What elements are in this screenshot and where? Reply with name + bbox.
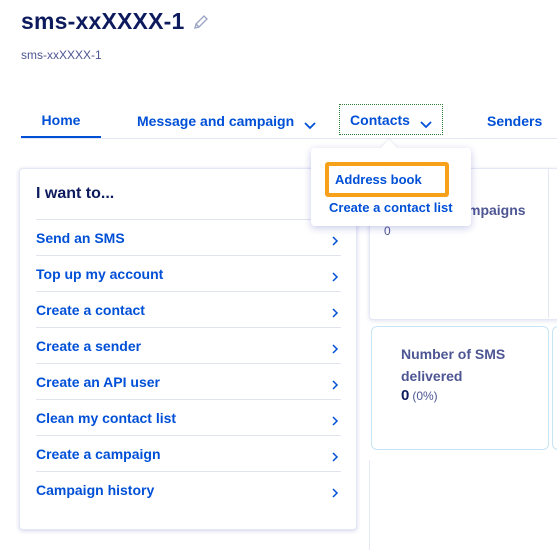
sms-delivered-percent: (0%) (412, 389, 438, 403)
chevron-right-icon (331, 305, 339, 318)
list-item-label: Create an API user (36, 373, 160, 390)
i-want-to-card: I want to... Send an SMS Top up my accou… (19, 168, 357, 530)
menu-item-address-book[interactable]: Address book (325, 162, 449, 197)
tab-senders[interactable]: Senders (487, 104, 542, 137)
bottom-right-panel (369, 460, 557, 550)
page-title: sms-xxXXXX-1 (21, 8, 185, 34)
chevron-down-icon (420, 116, 432, 128)
list-item-campaign-history[interactable]: Campaign history (36, 471, 341, 507)
sms-delivered-label: Number of SMS delivered (401, 346, 506, 384)
sms-delivered-value: 0 (401, 387, 410, 404)
page-subtitle: sms-xxXXXX-1 (21, 48, 102, 62)
tab-home[interactable]: Home (21, 104, 101, 138)
menu-item-create-contact-list[interactable]: Create a contact list (329, 200, 453, 215)
page-header: sms-xxXXXX-1 (21, 8, 209, 35)
campaigns-stat-value: 0 (384, 224, 391, 238)
chevron-right-icon (331, 413, 339, 426)
list-item-send-sms[interactable]: Send an SMS (36, 219, 341, 255)
chevron-right-icon (331, 449, 339, 462)
tab-message-and-campaign[interactable]: Message and campaign (137, 104, 316, 137)
chevron-right-icon (331, 269, 339, 282)
card-divider (548, 168, 549, 318)
tab-contacts-label: Contacts (350, 111, 410, 128)
stat-card-partial (552, 326, 557, 450)
action-list: Send an SMS Top up my account Create a c… (36, 219, 341, 507)
pencil-icon[interactable] (193, 14, 209, 30)
tab-home-label: Home (41, 112, 81, 128)
chevron-right-icon (331, 377, 339, 390)
chevron-right-icon (331, 341, 339, 354)
list-item-label: Clean my contact list (36, 409, 177, 426)
list-item-create-contact[interactable]: Create a contact (36, 291, 341, 327)
chevron-right-icon (331, 233, 339, 246)
tab-message-and-campaign-label: Message and campaign (137, 112, 295, 129)
list-item-clean-contact-list[interactable]: Clean my contact list (36, 399, 341, 435)
list-item-top-up[interactable]: Top up my account (36, 255, 341, 291)
list-item-create-campaign[interactable]: Create a campaign (36, 435, 341, 471)
contacts-dropdown-menu: Address book Create a contact list (311, 148, 471, 226)
list-item-label: Top up my account (36, 265, 164, 282)
sms-delivered-card: Number of SMS delivered 0 (0%) (371, 326, 549, 450)
campaigns-stat-label: mpaigns (468, 202, 526, 218)
tab-contacts[interactable]: Contacts (339, 104, 443, 135)
main-tabs: Home Message and campaign Contacts Sende… (21, 104, 557, 139)
list-item-label: Create a campaign (36, 445, 161, 462)
chevron-down-icon (304, 117, 316, 129)
list-item-label: Create a contact (36, 301, 145, 318)
chevron-right-icon (331, 485, 339, 498)
list-item-label: Send an SMS (36, 229, 125, 246)
list-item-create-sender[interactable]: Create a sender (36, 327, 341, 363)
list-item-create-api-user[interactable]: Create an API user (36, 363, 341, 399)
card-heading: I want to... (36, 185, 115, 202)
sms-delivered-value-row: 0 (0%) (401, 387, 438, 404)
list-item-label: Campaign history (36, 481, 155, 498)
tab-senders-label: Senders (487, 112, 543, 129)
list-item-label: Create a sender (36, 337, 142, 354)
